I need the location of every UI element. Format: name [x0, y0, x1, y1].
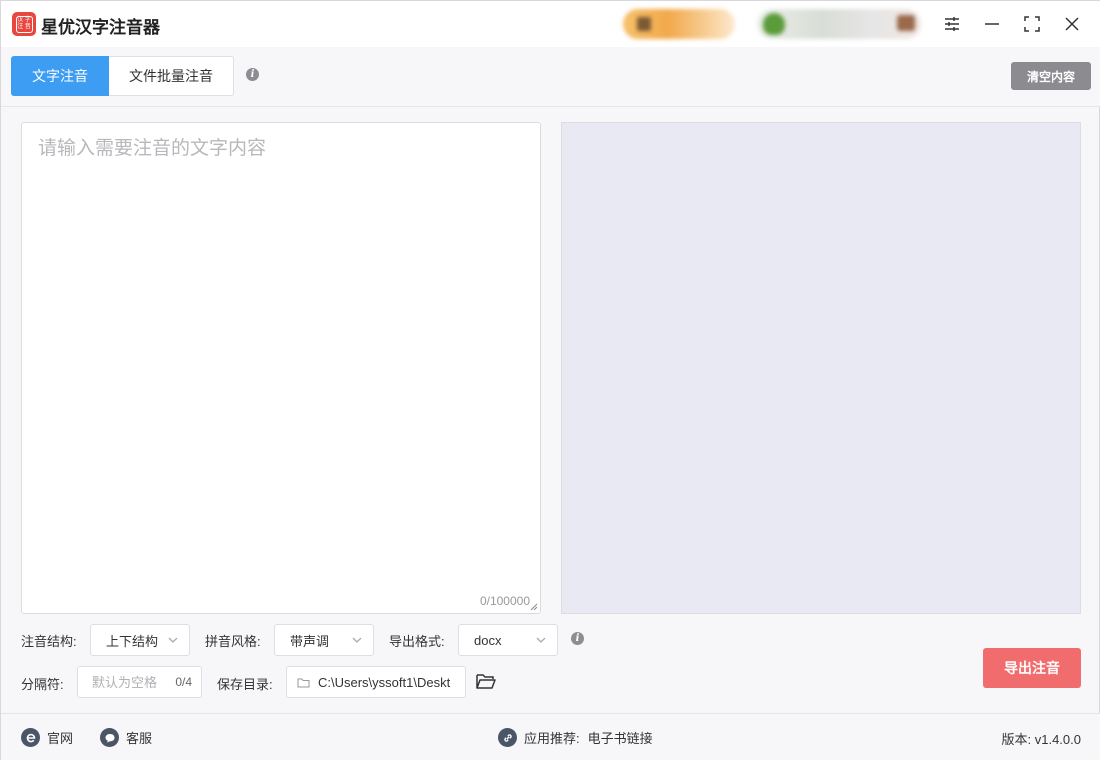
chevron-down-icon [168, 637, 178, 643]
char-count: 0/100000 [479, 594, 530, 608]
save-dir-field [286, 666, 466, 698]
browser-e-icon [21, 728, 40, 747]
style-label: 拼音风格: [205, 634, 261, 649]
format-label: 导出格式: [389, 634, 445, 649]
website-label: 官网 [47, 731, 74, 746]
support-link[interactable]: 客服 [100, 728, 152, 747]
blurred-user-info[interactable] [757, 9, 921, 39]
structure-value: 上下结构 [106, 633, 159, 649]
separator-input[interactable] [78, 667, 168, 697]
blurred-account-badge[interactable] [623, 9, 735, 39]
open-folder-icon[interactable] [475, 671, 497, 691]
format-select[interactable]: docx [458, 624, 558, 656]
chevron-down-icon [352, 637, 362, 643]
style-select[interactable]: 带声调 [274, 624, 374, 656]
app-logo-icon: 汉字 注音 [12, 12, 36, 36]
save-dir-input[interactable] [310, 667, 465, 697]
fullscreen-icon[interactable] [1019, 11, 1045, 37]
separator-label: 分隔符: [21, 677, 64, 692]
settings-sliders-icon[interactable] [939, 11, 965, 37]
minimize-icon[interactable] [979, 11, 1005, 37]
format-info-icon[interactable]: i [571, 632, 584, 645]
recommend-prefix: 应用推荐: [524, 731, 580, 746]
structure-label: 注音结构: [21, 634, 77, 649]
format-value: docx [474, 632, 502, 648]
resize-grip-icon[interactable] [530, 603, 538, 611]
app-window: 汉字 注音 星优汉字注音器 文字注音 文件批量注音 i 清空内容 请输入需要注音… [0, 0, 1100, 760]
app-title: 星优汉字注音器 [41, 18, 160, 37]
ebook-link[interactable]: 电子书链接 [588, 728, 653, 747]
export-annotation-button[interactable]: 导出注音 [983, 648, 1081, 688]
tab-batch-file-annotation[interactable]: 文件批量注音 [109, 56, 234, 96]
title-bar: 汉字 注音 星优汉字注音器 [1, 1, 1100, 47]
style-value: 带声调 [290, 633, 330, 649]
structure-select[interactable]: 上下结构 [90, 624, 190, 656]
separator-field: 0/4 [77, 666, 202, 698]
close-icon[interactable] [1059, 11, 1085, 37]
app-recommendation: 应用推荐: 电子书链接 [498, 728, 653, 747]
text-input-panel: 0/100000 [21, 122, 541, 614]
version-label: 版本: v1.4.0.0 [1001, 732, 1081, 747]
info-icon[interactable]: i [246, 68, 259, 81]
text-input-area[interactable] [22, 123, 540, 613]
separator-count: 0/4 [175, 675, 192, 689]
save-dir-label: 保存目录: [217, 677, 273, 692]
annotation-output-panel [561, 122, 1081, 614]
footer: 官网 客服 应用推荐: 电子书链接 版本: v1.4.0.0 [1, 713, 1100, 760]
clear-content-button[interactable]: 清空内容 [1011, 62, 1091, 90]
support-label: 客服 [126, 731, 153, 746]
chevron-down-icon [536, 637, 546, 643]
folder-icon [297, 678, 310, 687]
tab-text-annotation[interactable]: 文字注音 [11, 56, 109, 96]
link-icon [498, 728, 517, 747]
tab-bar: 文字注音 文件批量注音 i 清空内容 [1, 47, 1100, 107]
chat-bubble-icon [100, 728, 119, 747]
website-link[interactable]: 官网 [21, 728, 73, 747]
